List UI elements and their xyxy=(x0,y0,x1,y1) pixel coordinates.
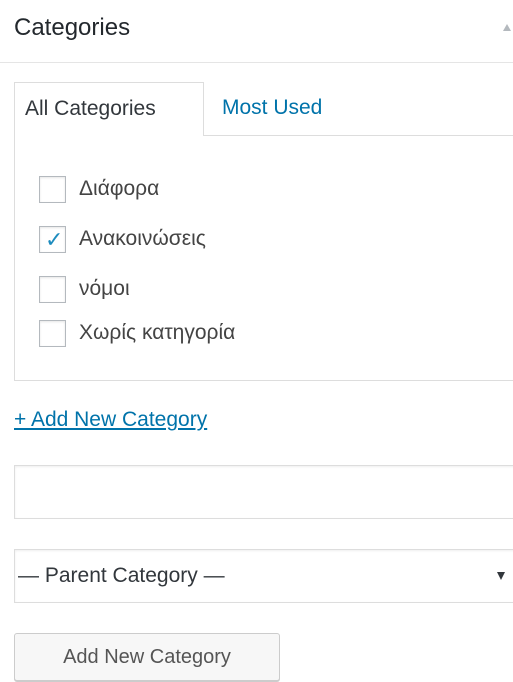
list-item[interactable]: νόμοι xyxy=(39,274,130,304)
list-item[interactable]: Χωρίς κατηγορία xyxy=(39,318,235,348)
category-checkbox[interactable]: ✓ xyxy=(39,225,66,253)
tab-most-used[interactable]: Most Used xyxy=(222,82,322,136)
add-new-category-link[interactable]: + Add New Category xyxy=(14,408,207,432)
category-label: Χωρίς κατηγορία xyxy=(79,321,236,344)
tab-all-categories[interactable]: All Categories xyxy=(14,82,204,136)
category-checkbox[interactable] xyxy=(39,275,66,303)
category-label: Διάφορα xyxy=(79,177,160,200)
add-new-category-button[interactable]: Add New Category xyxy=(14,633,280,681)
panel-title: Categories xyxy=(14,14,131,41)
category-label: Ανακοινώσεις xyxy=(79,227,206,250)
categories-panel-header[interactable]: Categories xyxy=(0,0,513,63)
parent-category-value: — Parent Category — xyxy=(18,564,225,587)
chevron-down-icon xyxy=(497,572,505,580)
collapse-arrow-icon[interactable] xyxy=(503,24,511,31)
parent-category-select[interactable]: — Parent Category — xyxy=(14,549,513,603)
new-category-name-input[interactable] xyxy=(14,465,513,519)
category-checkbox[interactable] xyxy=(39,175,66,203)
list-item[interactable]: ✓ Ανακοινώσεις xyxy=(39,224,206,254)
category-checklist: Διάφορα ✓ Ανακοινώσεις νόμοι Χωρίς κατηγ… xyxy=(14,135,513,381)
list-item[interactable]: Διάφορα xyxy=(39,174,159,204)
category-checkbox[interactable] xyxy=(39,319,66,347)
checkmark-icon: ✓ xyxy=(45,226,64,252)
category-label: νόμοι xyxy=(79,277,130,300)
